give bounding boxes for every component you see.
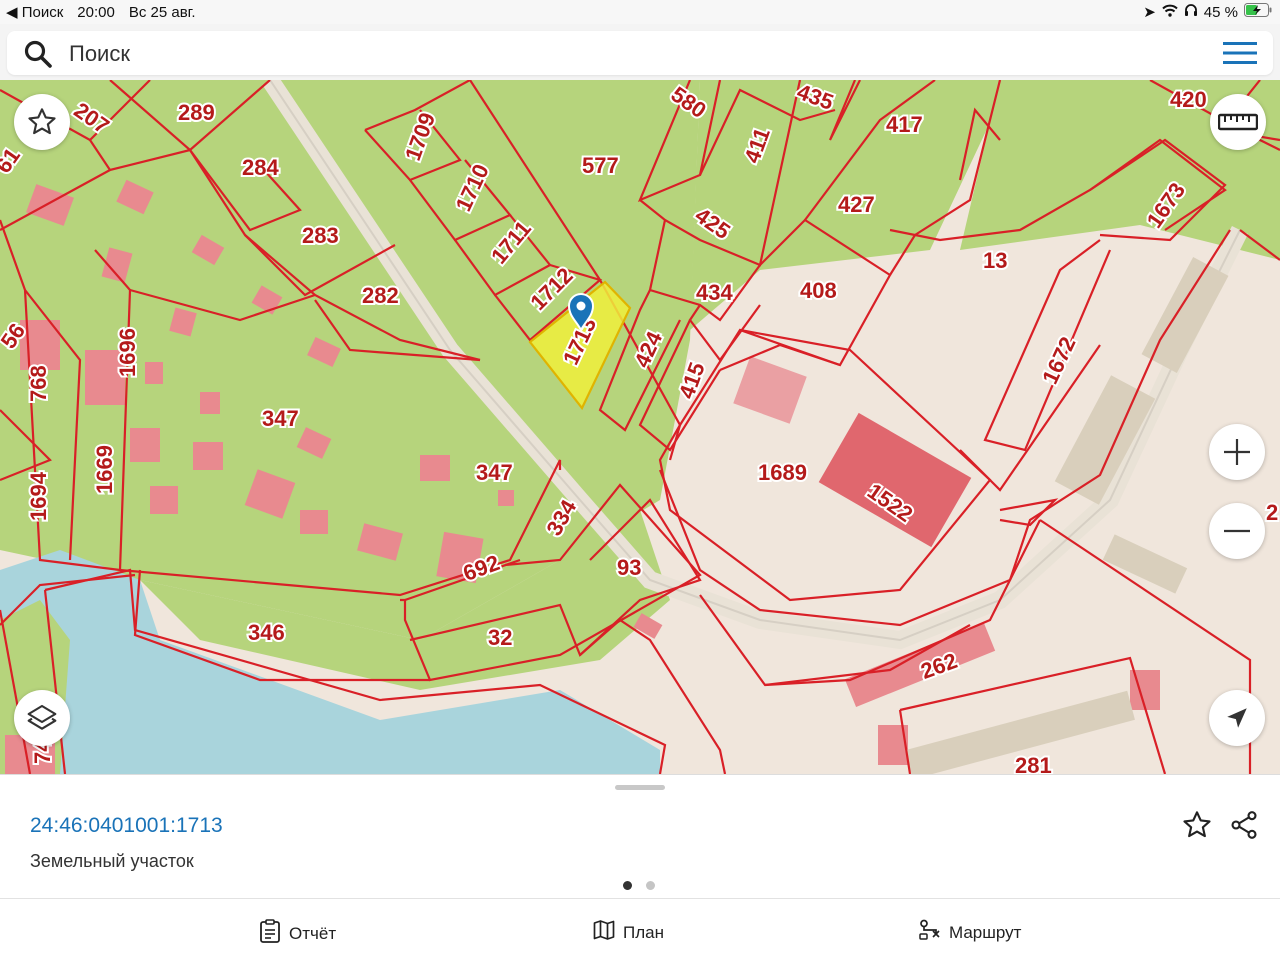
back-label: Поиск <box>21 4 64 21</box>
parcel-label: 346 <box>248 620 285 645</box>
route-icon <box>919 919 941 946</box>
report-icon <box>259 919 281 948</box>
parcel-label: 347 <box>262 406 299 431</box>
tab-report[interactable]: Отчёт <box>259 919 336 948</box>
headphones-icon <box>1184 3 1198 21</box>
favorite-map-button[interactable] <box>14 94 70 150</box>
parcel-label: 281 <box>1015 753 1052 774</box>
share-icon <box>1228 811 1260 845</box>
layers-button[interactable] <box>14 690 70 746</box>
page-indicator <box>623 881 655 890</box>
parcel-label: 1696 <box>115 328 140 377</box>
tab-route[interactable]: Маршрут <box>919 919 1021 946</box>
measure-button[interactable] <box>1210 94 1266 150</box>
location-arrow-icon <box>1224 705 1250 731</box>
status-time: 20:00 <box>77 3 115 21</box>
back-arrow-icon: ◀ <box>6 4 18 21</box>
cadastral-number[interactable]: 24:46:0401001:1713 <box>30 814 223 838</box>
parcel-label: 282 <box>362 283 399 308</box>
share-button[interactable] <box>1228 809 1260 846</box>
zoom-in-button[interactable] <box>1209 424 1265 480</box>
location-services-icon: ➤ <box>1143 4 1156 21</box>
cadastral-map[interactable]: 289 207 284 283 282 347 347 1696 768 166… <box>0 80 1280 774</box>
page-dot-active[interactable] <box>623 881 632 890</box>
star-icon <box>1181 811 1213 845</box>
parcel-label: 1694 <box>26 471 51 521</box>
parcel-label: 284 <box>242 155 279 180</box>
tab-plan-label: План <box>623 922 664 942</box>
my-location-button[interactable] <box>1209 690 1265 746</box>
status-bar: ◀ Поиск 20:00 Вс 25 авг. ➤ 45 % <box>0 0 1280 24</box>
parcel-label: 2 <box>1266 500 1278 525</box>
sheet-drag-handle[interactable] <box>615 785 665 790</box>
zoom-out-button[interactable] <box>1209 503 1265 559</box>
parcel-label: 427 <box>838 192 875 217</box>
status-date: Вс 25 авг. <box>128 3 196 21</box>
parcel-label: 1689 <box>758 460 807 485</box>
parcel-label: 289 <box>178 100 215 125</box>
ruler-icon <box>1218 112 1258 132</box>
layers-icon <box>26 702 58 734</box>
menu-icon[interactable] <box>1223 41 1257 70</box>
tab-plan[interactable]: План <box>593 919 664 946</box>
parcel-label: 408 <box>800 278 837 303</box>
bottom-tab-bar: Отчёт План Маршрут <box>0 898 1280 961</box>
parcel-label: 93 <box>617 555 641 580</box>
battery-percent: 45 % <box>1203 3 1238 21</box>
parcel-label: 420 <box>1170 87 1207 112</box>
parcel-label: 768 <box>26 365 51 402</box>
tab-route-label: Маршрут <box>949 922 1022 942</box>
parcel-label: 417 <box>886 112 923 137</box>
zoom-in-icon <box>1222 437 1252 467</box>
map-icon <box>593 919 615 946</box>
parcel-label: 1669 <box>92 445 117 494</box>
parcel-label: 32 <box>488 625 512 650</box>
parcel-label: 434 <box>696 280 733 305</box>
parcel-label: 577 <box>582 153 619 178</box>
wifi-icon <box>1162 4 1178 21</box>
parcel-label: 283 <box>302 223 339 248</box>
zoom-out-icon <box>1222 516 1252 546</box>
back-to-app-link[interactable]: ◀ Поиск <box>6 3 63 21</box>
parcel-label: 347 <box>476 460 513 485</box>
search-bar[interactable]: Поиск <box>7 31 1273 75</box>
favorite-object-button[interactable] <box>1181 809 1213 846</box>
page-dot[interactable] <box>646 881 655 890</box>
object-type: Земельный участок <box>30 851 194 871</box>
search-input[interactable]: Поиск <box>69 41 130 67</box>
tab-report-label: Отчёт <box>289 923 337 943</box>
parcel-label: 13 <box>983 248 1007 273</box>
search-icon[interactable] <box>23 39 53 74</box>
battery-charging-icon <box>1244 3 1272 21</box>
star-icon <box>26 106 58 138</box>
object-info-sheet[interactable]: 24:46:0401001:1713 Земельный участок <box>0 774 1280 899</box>
